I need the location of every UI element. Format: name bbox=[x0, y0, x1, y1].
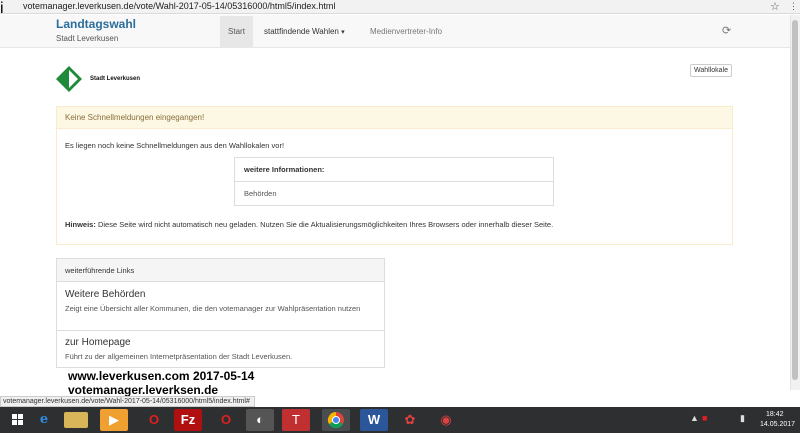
windows-logo-icon bbox=[12, 414, 23, 425]
app-icon[interactable]: T bbox=[282, 409, 310, 431]
wahllokale-button[interactable]: Wahllokale bbox=[690, 64, 732, 77]
logo-text: Stadt Leverkusen bbox=[90, 76, 141, 82]
link-weitere-behoerden[interactable]: Weitere Behörden bbox=[65, 289, 145, 300]
clock-time[interactable]: 18:42 bbox=[766, 411, 784, 418]
tray-app-icon[interactable]: ■ bbox=[702, 413, 707, 423]
links-panel-title: weiterführende Links bbox=[65, 266, 135, 275]
app-icon[interactable]: ◉ bbox=[432, 409, 460, 431]
opera-icon[interactable]: O bbox=[212, 409, 240, 431]
brand-title[interactable]: Landtagswahl bbox=[56, 17, 136, 31]
chrome-logo-icon bbox=[327, 411, 344, 429]
tray-expand-icon[interactable]: ▲ bbox=[690, 413, 699, 423]
browser-status-bar: votemanager.leverkusen.de/vote/Wahl-2017… bbox=[0, 396, 255, 407]
link-homepage[interactable]: zur Homepage bbox=[65, 337, 131, 348]
reload-hint: Hinweis: Diese Seite wird nicht automati… bbox=[65, 220, 553, 229]
caret-down-icon: ▾ bbox=[341, 29, 345, 36]
link-homepage-desc: Führt zu der allgemeinen Internetpräsent… bbox=[65, 352, 293, 361]
hint-text: Diese Seite wird nicht automatisch neu g… bbox=[97, 220, 554, 229]
nav-elections-label: stattfindende Wahlen bbox=[264, 27, 339, 36]
media-icon[interactable]: ▶ bbox=[100, 409, 128, 431]
hint-label: Hinweis: bbox=[65, 220, 96, 229]
overlay-caption-line1: www.leverkusen.com 2017-05-14 bbox=[68, 369, 255, 383]
clock-date[interactable]: 14.05.2017 bbox=[760, 421, 795, 428]
tool-icon[interactable]: ◐ bbox=[246, 409, 274, 431]
url-text[interactable]: votemanager.leverkusen.de/vote/Wahl-2017… bbox=[23, 1, 335, 11]
nav-elections-dropdown[interactable]: stattfindende Wahlen ▾ bbox=[264, 16, 345, 47]
info-link-behoerden[interactable]: Behörden bbox=[244, 189, 277, 198]
bookmark-star-icon[interactable]: ☆ bbox=[770, 0, 780, 13]
chrome-icon[interactable] bbox=[322, 409, 350, 431]
scrollbar-thumb[interactable] bbox=[792, 20, 798, 380]
nav-start[interactable]: Start bbox=[220, 16, 253, 47]
divider bbox=[57, 330, 384, 331]
no-reports-message: Es liegen noch keine Schnellmeldungen au… bbox=[65, 141, 285, 150]
tray-network-icon[interactable]: ▮ bbox=[740, 413, 745, 424]
ie-icon[interactable]: e bbox=[30, 409, 58, 431]
link-weitere-behoerden-desc: Zeigt eine Übersicht aller Kommunen, die… bbox=[65, 304, 361, 313]
word-icon[interactable]: W bbox=[360, 409, 388, 431]
filezilla-icon[interactable]: Fz bbox=[174, 409, 202, 431]
opera-icon[interactable]: O bbox=[140, 409, 168, 431]
explorer-icon[interactable] bbox=[64, 412, 88, 428]
refresh-icon[interactable]: ⟳ bbox=[722, 24, 731, 37]
app-icon[interactable]: ✿ bbox=[396, 409, 424, 431]
overlay-caption-line2: votemanager.leverksen.de bbox=[68, 383, 219, 397]
info-box-title: weitere Informationen: bbox=[244, 165, 325, 174]
nav-media-info[interactable]: Medienvertreter-Info bbox=[370, 16, 442, 47]
warning-title: Keine Schnellmeldungen eingegangen! bbox=[65, 113, 205, 122]
brand-subtitle: Stadt Leverkusen bbox=[56, 34, 119, 43]
browser-menu-icon[interactable]: ⋮ bbox=[789, 1, 798, 12]
start-icon[interactable] bbox=[4, 409, 32, 431]
